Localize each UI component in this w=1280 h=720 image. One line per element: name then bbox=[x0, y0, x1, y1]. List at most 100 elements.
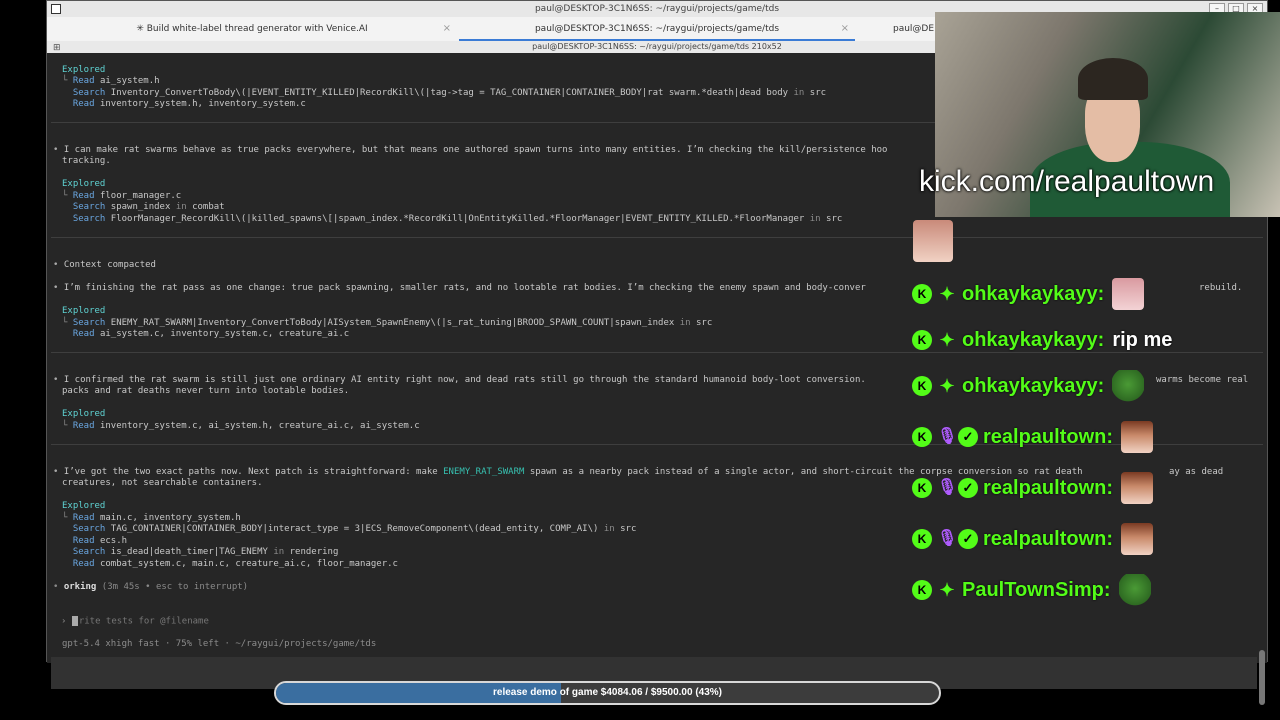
prompt-line: › rite tests for @filename bbox=[61, 616, 209, 627]
mic-badge-icon: 🎙 bbox=[937, 530, 958, 547]
arg: inventory_system.c, ai_system.h, creatur… bbox=[99, 421, 420, 431]
verified-badge-icon: ✓ bbox=[958, 427, 978, 447]
chat-emote bbox=[1121, 472, 1154, 504]
working-label: orking bbox=[63, 582, 97, 592]
tool-line: └ Read inventory_system.c, ai_system.h, … bbox=[62, 421, 420, 431]
message-text: I can make rat swarms behave as true pac… bbox=[63, 145, 888, 155]
kick-badge-icon: K bbox=[912, 580, 932, 600]
message-tail: ay as dead bbox=[1169, 467, 1224, 477]
verb: Read bbox=[72, 513, 95, 523]
tab-close-icon[interactable]: × bbox=[443, 17, 451, 41]
tool-line: Read inventory_system.h, inventory_syste… bbox=[62, 99, 306, 111]
in-word: in bbox=[603, 524, 615, 534]
verb: Search bbox=[72, 318, 106, 328]
prompt-placeholder: rite tests for @filename bbox=[78, 616, 209, 627]
cursor bbox=[71, 616, 78, 626]
tab-label: ✳ Build white-label thread generator wit… bbox=[136, 24, 368, 34]
in-word: in bbox=[809, 214, 821, 224]
kick-badge-icon: K bbox=[912, 427, 932, 447]
kick-badge-icon: K bbox=[912, 478, 932, 498]
chat-username: ohkaykaykayy: bbox=[962, 374, 1105, 397]
chat-message: K 🎙 ✓ realpaultown: bbox=[912, 421, 1154, 453]
chat-message: K ✦ PaulTownSimp: bbox=[912, 574, 1151, 606]
chat-username: ohkaykaykayy: bbox=[962, 328, 1105, 351]
explored-header: Explored bbox=[62, 409, 106, 419]
message-line: • I confirmed the rat swarm is still jus… bbox=[53, 375, 866, 385]
message-text: I’ve got the two exact paths now. Next p… bbox=[63, 467, 438, 477]
mic-badge-icon: 🎙 bbox=[937, 428, 958, 445]
tool-line: Search Inventory_ConvertToBody\(|EVENT_E… bbox=[62, 88, 826, 100]
gift-badge-icon: ✦ bbox=[939, 376, 955, 396]
arg: Inventory_ConvertToBody\(|EVENT_ENTITY_K… bbox=[110, 88, 789, 98]
mic-badge-icon: 🎙 bbox=[937, 479, 958, 496]
verb: Read bbox=[72, 99, 95, 109]
verified-badge-icon: ✓ bbox=[958, 478, 978, 498]
highlight-code: ENEMY_RAT_SWARM bbox=[443, 467, 525, 477]
tool-line: Read ai_system.c, inventory_system.c, cr… bbox=[62, 329, 349, 341]
message-tail: rebuild. bbox=[1199, 283, 1243, 293]
tab-terminal-active[interactable]: paul@DESKTOP-3C1N6SS: ~/raygui/projects/… bbox=[459, 17, 855, 41]
explored-header: Explored bbox=[62, 65, 106, 75]
kick-badge-icon: K bbox=[912, 330, 932, 350]
chat-username: realpaultown: bbox=[983, 527, 1114, 550]
prompt-arrow-icon: › bbox=[61, 616, 67, 627]
chat-message: K ✦ ohkaykaykayy: rip me bbox=[912, 326, 1172, 354]
tool-line: Search TAG_CONTAINER|CONTAINER_BODY|inte… bbox=[62, 524, 637, 536]
tab-venice[interactable]: ✳ Build white-label thread generator wit… bbox=[47, 17, 457, 41]
scroll-thumb[interactable] bbox=[1259, 650, 1265, 705]
compacted-text: Context compacted bbox=[63, 260, 156, 270]
kick-badge-icon: K bbox=[912, 529, 932, 549]
tab-close-icon[interactable]: × bbox=[841, 17, 849, 41]
arg: inventory_system.h, inventory_system.c bbox=[99, 99, 306, 109]
tab-label: paul@DESKTOP-3C1N6SS: ~/raygui/projects/… bbox=[534, 24, 780, 34]
window-title: paul@DESKTOP-3C1N6SS: ~/raygui/projects/… bbox=[534, 4, 780, 14]
message-text: tracking. bbox=[62, 156, 111, 166]
chat-username: ohkaykaykayy: bbox=[962, 282, 1105, 305]
verb: Search bbox=[72, 202, 106, 212]
tool-line: └ Read main.c, inventory_system.h bbox=[62, 513, 241, 523]
model-status: gpt-5.4 xhigh fast · 75% left · ~/raygui… bbox=[62, 639, 377, 649]
verb: Read bbox=[72, 76, 95, 86]
chat-message: K 🎙 ✓ realpaultown: bbox=[912, 523, 1154, 555]
tool-line: └ Read ai_system.h bbox=[62, 76, 160, 86]
chat-message: K 🎙 ✓ realpaultown: bbox=[912, 472, 1154, 504]
verb: Search bbox=[72, 524, 106, 534]
verb: Search bbox=[72, 214, 106, 224]
verb: Read bbox=[72, 329, 95, 339]
message-text: creatures, not searchable containers. bbox=[62, 478, 263, 488]
in-word: in bbox=[793, 88, 805, 98]
message-line: • I’m finishing the rat pass as one chan… bbox=[53, 283, 866, 293]
tab-label: paul@DE bbox=[893, 24, 935, 34]
tool-line: Read ecs.h bbox=[62, 536, 127, 548]
gift-badge-icon: ✦ bbox=[939, 580, 955, 600]
arg: FloorManager_RecordKill\(|killed_spawns\… bbox=[110, 214, 805, 224]
progress-label: release demo of game $4084.06 / $9500.00… bbox=[492, 687, 723, 698]
tool-line: └ Read floor_manager.c bbox=[62, 191, 182, 201]
gift-badge-icon: ✦ bbox=[939, 284, 955, 304]
scope: src bbox=[826, 214, 843, 224]
arg: ecs.h bbox=[99, 536, 128, 546]
tool-line: Search spawn_index in combat bbox=[62, 202, 225, 214]
tool-line: Search FloorManager_RecordKill\(|killed_… bbox=[62, 214, 842, 226]
window-menu-icon[interactable] bbox=[51, 4, 61, 14]
message-text: packs and rat deaths never turn into loo… bbox=[62, 386, 350, 396]
explored-header: Explored bbox=[62, 306, 106, 316]
chat-emote bbox=[1121, 523, 1154, 555]
scope: combat bbox=[192, 202, 225, 212]
chat-text: rip me bbox=[1112, 328, 1173, 351]
scope: src bbox=[809, 88, 827, 98]
chat-message: K ✦ ohkaykaykayy: bbox=[912, 278, 1145, 310]
arg: floor_manager.c bbox=[99, 191, 182, 201]
message-line: • I can make rat swarms behave as true p… bbox=[53, 145, 888, 155]
scope: src bbox=[620, 524, 637, 534]
verb: Search bbox=[72, 88, 106, 98]
in-word: in bbox=[273, 547, 285, 557]
explored-header: Explored bbox=[62, 179, 106, 189]
chat-emote bbox=[1112, 370, 1145, 402]
chat-emote bbox=[1118, 574, 1151, 606]
message-tail: warms become real bbox=[1156, 375, 1249, 385]
chat-username: PaulTownSimp: bbox=[962, 578, 1111, 601]
kick-badge-icon: K bbox=[912, 284, 932, 304]
arg: spawn_index bbox=[110, 202, 171, 212]
chat-emote bbox=[913, 220, 953, 262]
